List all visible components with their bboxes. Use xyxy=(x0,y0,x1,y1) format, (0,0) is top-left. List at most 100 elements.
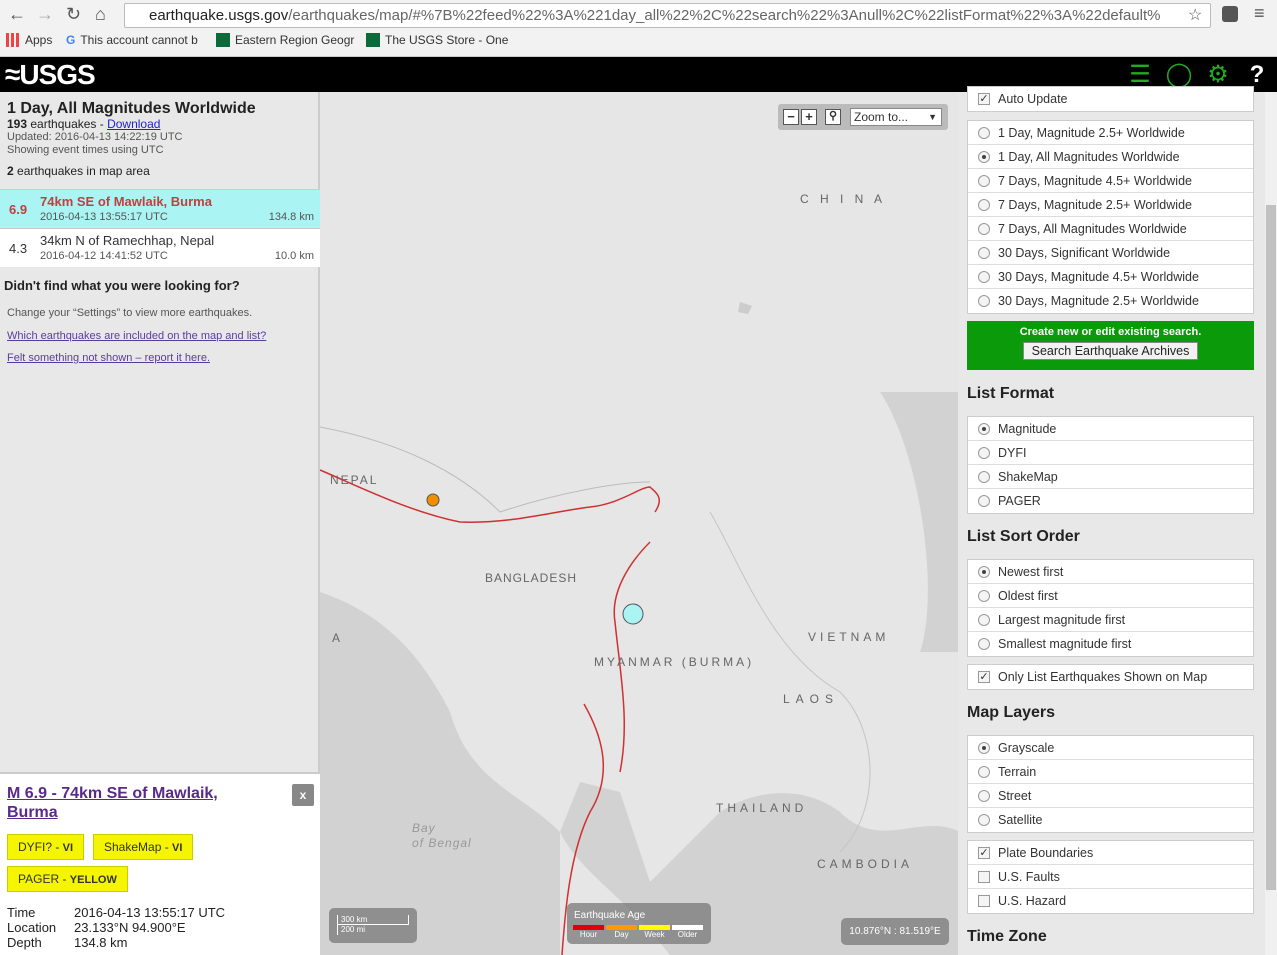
feed-option[interactable]: 7 Days, Magnitude 4.5+ Worldwide xyxy=(968,169,1253,193)
earthquake-marker-selected xyxy=(622,603,644,625)
search-box: Create new or edit existing search. Sear… xyxy=(967,321,1254,370)
help-icon[interactable]: ? xyxy=(1243,61,1271,89)
extension-icon[interactable] xyxy=(1222,6,1238,22)
only-on-map-checkbox[interactable]: ✓ Only List Earthquakes Shown on Map xyxy=(968,665,1253,689)
feed-option[interactable]: 1 Day, All Magnitudes Worldwide xyxy=(968,145,1253,169)
reload-icon[interactable]: ↻ xyxy=(66,4,81,25)
earthquake-age-legend: Earthquake Age Hour Day Week Older xyxy=(567,903,711,944)
radio[interactable] xyxy=(978,151,990,163)
search-icon[interactable]: ⚲ xyxy=(825,109,841,125)
feed-option[interactable]: 30 Days, Magnitude 4.5+ Worldwide xyxy=(968,265,1253,289)
radio[interactable] xyxy=(978,471,990,483)
zoom-out-button[interactable]: − xyxy=(783,109,799,125)
earthquake-marker-day xyxy=(426,493,440,507)
overlay-option[interactable]: U.S. Faults xyxy=(968,865,1253,889)
scrollbar-thumb[interactable] xyxy=(1266,205,1276,890)
feed-option[interactable]: 7 Days, All Magnitudes Worldwide xyxy=(968,217,1253,241)
radio[interactable] xyxy=(978,590,990,602)
radio[interactable] xyxy=(978,175,990,187)
legend-item: Week xyxy=(639,925,670,939)
overlay-options: ✓ Plate Boundaries U.S. Faults U.S. Hazard xyxy=(967,840,1254,914)
globe-icon[interactable]: ◯ xyxy=(1165,61,1193,89)
updated-time: Updated: 2016-04-13 14:22:19 UTC xyxy=(7,131,183,143)
forward-icon[interactable]: → xyxy=(36,4,54,25)
close-button[interactable]: x xyxy=(292,784,314,806)
list-format-option[interactable]: Magnitude xyxy=(968,417,1253,441)
radio[interactable] xyxy=(978,127,990,139)
star-icon[interactable]: ☆ xyxy=(1188,5,1202,25)
radio[interactable] xyxy=(978,199,990,211)
radio[interactable] xyxy=(978,423,990,435)
checkbox[interactable] xyxy=(978,871,990,883)
list-format-options: Magnitude DYFI ShakeMap PAGER xyxy=(967,416,1254,514)
sort-option[interactable]: Oldest first xyxy=(968,584,1253,608)
bookmark-eastern-region[interactable]: Eastern Region Geogr xyxy=(216,33,354,47)
pager-button[interactable]: PAGER - YELLOW xyxy=(7,866,128,892)
radio[interactable] xyxy=(978,638,990,650)
feed-title: 1 Day, All Magnitudes Worldwide xyxy=(7,100,256,117)
overlay-option[interactable]: ✓ Plate Boundaries xyxy=(968,841,1253,865)
radio[interactable] xyxy=(978,766,990,778)
radio[interactable] xyxy=(978,495,990,507)
base-layer-option[interactable]: Street xyxy=(968,784,1253,808)
dyfi-button[interactable]: DYFI? - VI xyxy=(7,834,85,860)
radio[interactable] xyxy=(978,271,990,283)
which-earthquakes-link[interactable]: Which earthquakes are included on the ma… xyxy=(7,330,311,342)
feed-option[interactable]: 7 Days, Magnitude 2.5+ Worldwide xyxy=(968,193,1253,217)
sort-option[interactable]: Largest magnitude first xyxy=(968,608,1253,632)
sort-option[interactable]: Smallest magnitude first xyxy=(968,632,1253,656)
earthquake-list-item-selected[interactable]: 6.9 74km SE of Mawlaik, Burma 2016-04-13… xyxy=(0,189,320,228)
map[interactable]: C H I N A NEPAL BANGLADESH MYANMAR (BURM… xyxy=(320,92,958,955)
list-format-option[interactable]: PAGER xyxy=(968,489,1253,513)
overlay-option[interactable]: U.S. Hazard xyxy=(968,889,1253,913)
auto-update-checkbox[interactable]: ✓ Auto Update xyxy=(968,87,1253,111)
list-format-option[interactable]: ShakeMap xyxy=(968,465,1253,489)
download-link[interactable]: Download xyxy=(107,117,160,131)
base-layer-options: Grayscale Terrain Street Satellite xyxy=(967,735,1254,833)
settings-panel: ✓ Auto Update 1 Day, Magnitude 2.5+ World… xyxy=(958,86,1265,955)
radio[interactable] xyxy=(978,790,990,802)
feed-option[interactable]: 30 Days, Magnitude 2.5+ Worldwide xyxy=(968,289,1253,313)
bookmark-usgs-store[interactable]: The USGS Store - One xyxy=(366,33,508,47)
browser-chrome: ← → ↻ ⌂ earthquake.usgs.gov/earthquakes/… xyxy=(0,0,1277,57)
bookmark-account[interactable]: G This account cannot b xyxy=(66,33,198,47)
radio[interactable] xyxy=(978,814,990,826)
radio[interactable] xyxy=(978,742,990,754)
checkbox[interactable]: ✓ xyxy=(978,847,990,859)
sort-options: Newest first Oldest first Largest magnitud… xyxy=(967,559,1254,657)
list-format-option[interactable]: DYFI xyxy=(968,441,1253,465)
menu-icon[interactable]: ≡ xyxy=(1254,3,1265,24)
radio[interactable] xyxy=(978,447,990,459)
sort-option[interactable]: Newest first xyxy=(968,560,1253,584)
coordinate-readout: 10.876°N : 81.519°E xyxy=(841,918,949,945)
list-icon[interactable]: ☰ xyxy=(1126,61,1154,89)
feed-option[interactable]: 30 Days, Significant Worldwide xyxy=(968,241,1253,265)
report-felt-link[interactable]: Felt something not shown – report it her… xyxy=(7,352,311,364)
apps-icon xyxy=(6,33,20,47)
usgs-logo[interactable]: ≈USGS xyxy=(5,59,96,91)
zoom-to-select[interactable]: Zoom to... ▼ xyxy=(850,108,942,126)
gear-icon[interactable]: ⚙ xyxy=(1204,61,1232,89)
home-icon[interactable]: ⌂ xyxy=(95,4,106,25)
feed-option[interactable]: 1 Day, Magnitude 2.5+ Worldwide xyxy=(968,121,1253,145)
radio[interactable] xyxy=(978,614,990,626)
back-icon[interactable]: ← xyxy=(8,4,26,25)
usgs-icon xyxy=(366,33,380,47)
radio[interactable] xyxy=(978,295,990,307)
search-archives-button[interactable]: Search Earthquake Archives xyxy=(1022,342,1199,360)
shakemap-button[interactable]: ShakeMap - VI xyxy=(93,834,194,860)
checkbox[interactable] xyxy=(978,895,990,907)
scale-bar: 300 km 200 mi xyxy=(329,908,417,943)
base-layer-option[interactable]: Terrain xyxy=(968,760,1253,784)
event-title-link[interactable]: M 6.9 - 74km SE of Mawlaik, Burma xyxy=(7,784,267,822)
earthquake-list-item[interactable]: 4.3 34km N of Ramechhap, Nepal 2016-04-1… xyxy=(0,228,320,267)
base-layer-option[interactable]: Satellite xyxy=(968,808,1253,832)
radio[interactable] xyxy=(978,223,990,235)
zoom-in-button[interactable]: + xyxy=(801,109,817,125)
radio[interactable] xyxy=(978,566,990,578)
address-bar[interactable]: earthquake.usgs.gov/earthquakes/map/#%7B… xyxy=(124,3,1211,28)
legend-item: Hour xyxy=(573,925,604,939)
bookmark-apps[interactable]: Apps xyxy=(6,33,52,47)
radio[interactable] xyxy=(978,247,990,259)
base-layer-option[interactable]: Grayscale xyxy=(968,736,1253,760)
